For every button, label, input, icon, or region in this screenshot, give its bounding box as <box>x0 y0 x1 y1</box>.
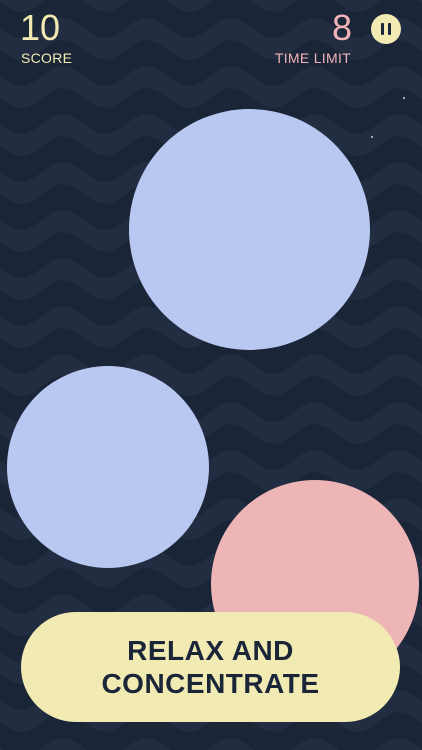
time-limit-value: 8 <box>331 7 352 48</box>
wave-stripe <box>0 0 422 12</box>
message-text: RELAX AND CONCENTRATE <box>101 635 320 699</box>
pause-icon <box>379 23 393 35</box>
pause-button[interactable] <box>371 14 401 44</box>
message-banner: RELAX AND CONCENTRATE <box>21 612 400 722</box>
score-value: 10 <box>20 7 61 48</box>
game-circle[interactable] <box>7 366 209 568</box>
wave-stripe <box>0 738 422 750</box>
star-dot <box>371 136 373 138</box>
star-dot <box>403 97 405 99</box>
wave-stripe <box>0 66 422 108</box>
time-limit-label: TIME LIMIT <box>274 50 351 66</box>
score-label: SCORE <box>21 50 73 66</box>
game-circle[interactable] <box>129 109 370 350</box>
